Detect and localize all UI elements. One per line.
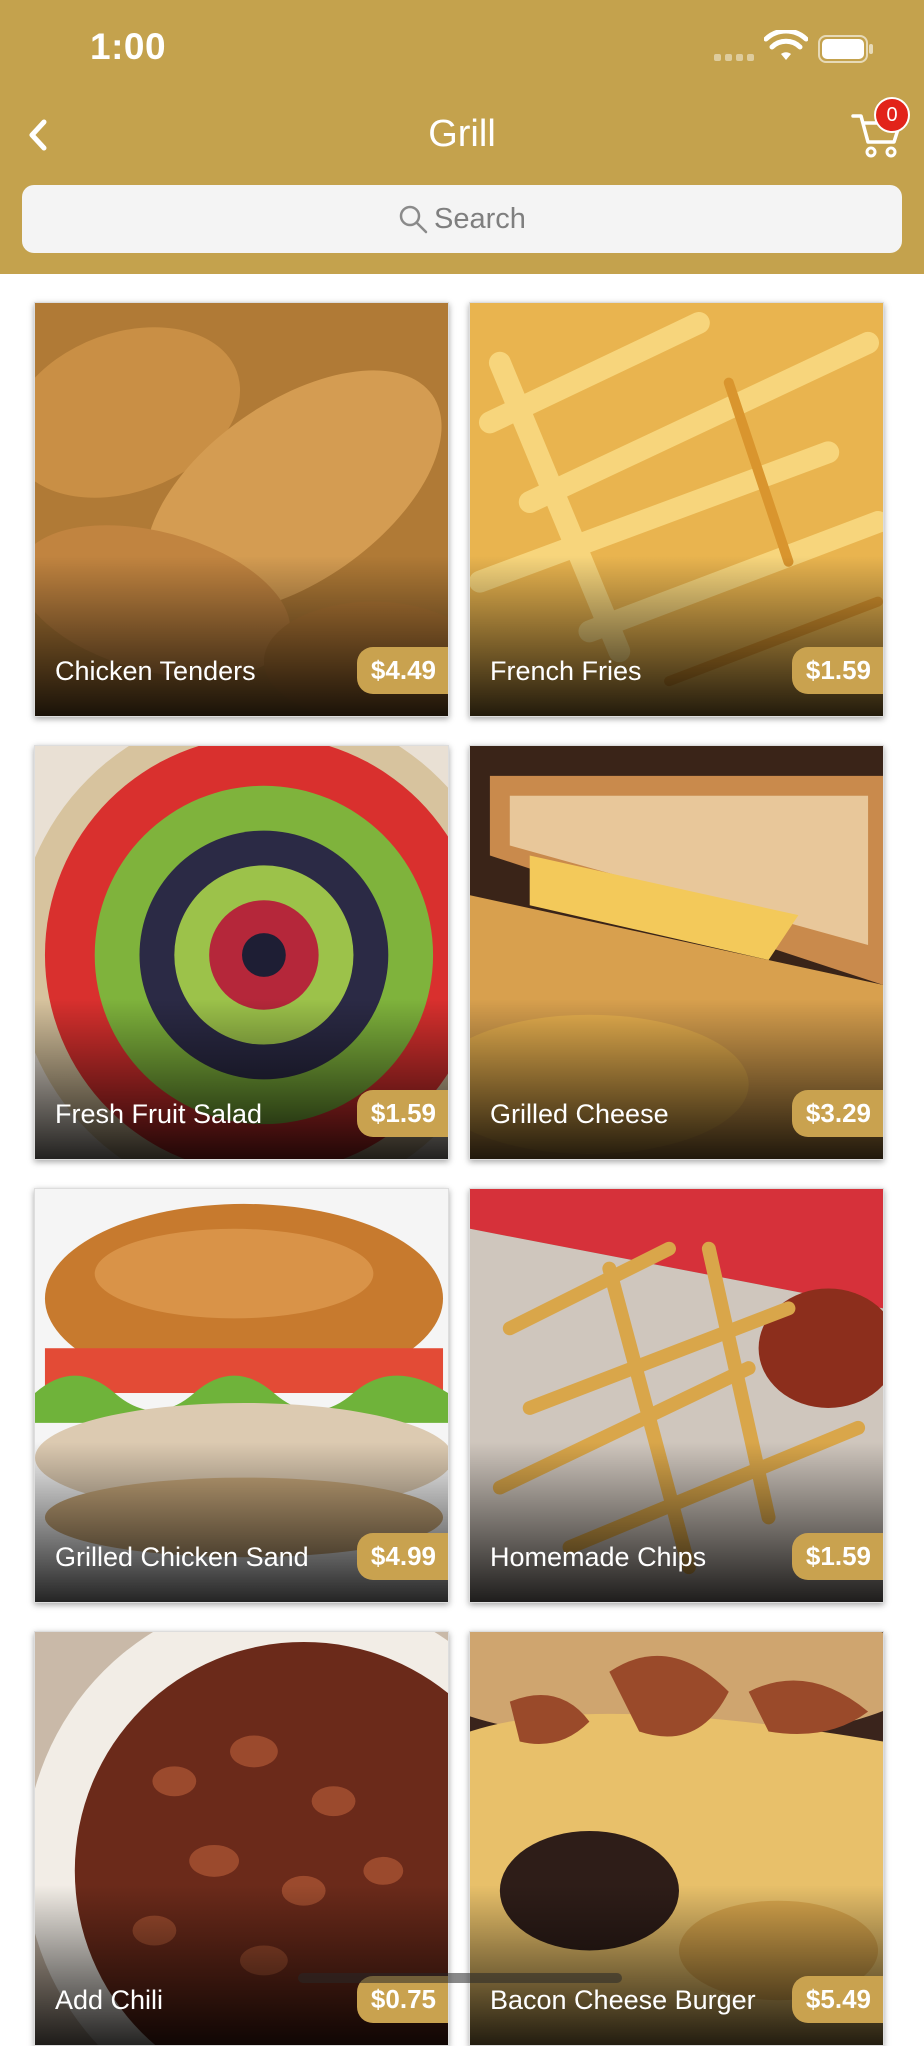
item-price-tag: $1.59 [791,647,883,694]
item-name: French Fries [490,656,642,686]
battery-icon [818,35,873,63]
item-name: Add Chili [55,1985,164,2015]
menu-item-card[interactable]: Fresh Fruit Salad $1.59 [34,745,449,1160]
status-time: 1:00 [90,26,167,67]
page-title: Grill [428,113,496,155]
menu-item-card[interactable]: Bacon Cheese Burger $5.49 [469,1631,884,2046]
item-name: Chicken Tenders [55,656,256,686]
item-price-tag: $3.29 [791,1090,883,1137]
item-name: Grilled Chicken Sand [55,1542,309,1572]
menu-item-card[interactable]: Add Chili $0.75 [34,1631,449,2046]
item-name: Fresh Fruit Salad [55,1099,263,1129]
item-price-tag: $4.99 [356,1533,448,1580]
menu-item-card[interactable]: Grilled Cheese $3.29 [469,745,884,1160]
menu-item-card[interactable]: Homemade Chips $1.59 [469,1188,884,1603]
item-name: Grilled Cheese [490,1099,669,1129]
menu-item-card[interactable]: French Fries $1.59 [469,302,884,717]
item-price-tag: $4.49 [356,647,448,694]
menu-item-card[interactable]: Grilled Chicken Sand $4.99 [34,1188,449,1603]
search-placeholder: Search [434,202,526,235]
home-indicator[interactable] [298,1973,622,1983]
cellular-signal-icon [714,54,758,62]
item-price-tag: $1.59 [791,1533,883,1580]
item-name: Homemade Chips [490,1542,707,1572]
search-field[interactable]: Search [22,185,902,253]
item-name: Bacon Cheese Burger [490,1985,756,2015]
menu-item-card[interactable]: Chicken Tenders $4.49 [34,302,449,717]
item-price-tag: $1.59 [356,1090,448,1137]
cart-count-badge: 0 [874,97,910,133]
search-icon [399,205,428,234]
header-bar: 1:00 Grill 0 Search [0,0,924,274]
wifi-icon [764,30,808,60]
